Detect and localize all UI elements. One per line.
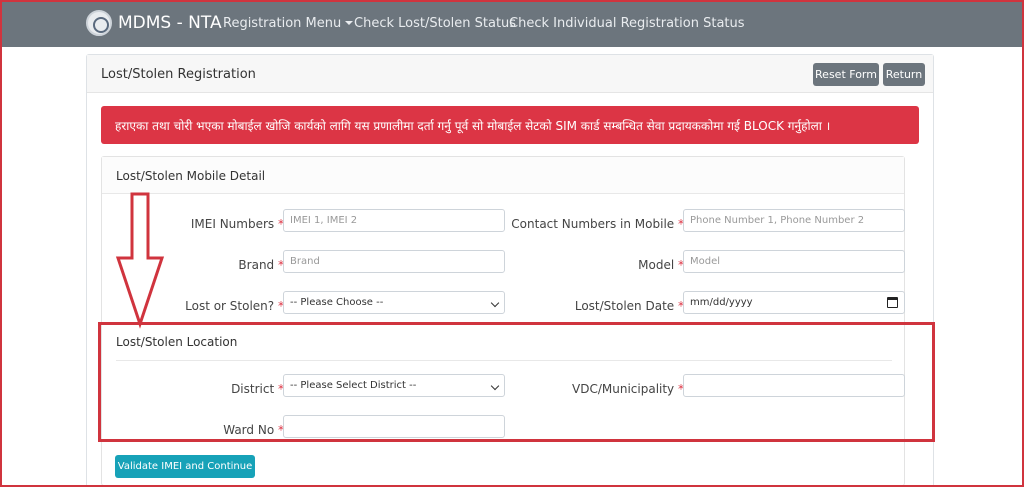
brand-input[interactable]: Brand xyxy=(283,250,505,273)
mobile-detail-title: Lost/Stolen Mobile Detail xyxy=(116,169,266,183)
nav-registration-menu[interactable]: Registration Menu xyxy=(223,16,354,31)
contact-numbers-input[interactable]: Phone Number 1, Phone Number 2 xyxy=(683,209,905,232)
block-sim-alert: हराएका तथा चोरी भएका मोबाईल खोजि कार्यको… xyxy=(101,106,919,144)
contact-label-text: Contact Numbers in Mobile xyxy=(511,217,675,231)
lost-or-stolen-label-text: Lost or Stolen? xyxy=(185,299,275,313)
imei-label-text: IMEI Numbers xyxy=(190,217,275,231)
card-header: Lost/Stolen Registration Reset Form Retu… xyxy=(87,55,933,93)
page-title: Lost/Stolen Registration xyxy=(101,67,256,82)
location-highlight-box xyxy=(98,322,935,442)
lost-date-input[interactable]: mm/dd/yyyy xyxy=(683,291,905,314)
lost-or-stolen-select[interactable]: -- Please Choose -- xyxy=(283,291,505,314)
nta-logo-icon[interactable] xyxy=(86,10,112,36)
lost-date-label-text: Lost/Stolen Date xyxy=(574,299,675,313)
lost-date-label: Lost/Stolen Date * xyxy=(575,299,684,313)
brand-label: Brand * xyxy=(238,258,284,272)
reset-form-button[interactable]: Reset Form xyxy=(813,63,879,86)
brand-title[interactable]: MDMS - NTA xyxy=(118,13,222,33)
lost-or-stolen-value: -- Please Choose -- xyxy=(290,297,384,308)
nav-check-individual-status[interactable]: Check Individual Registration Status xyxy=(509,16,745,31)
imei-label: IMEI Numbers * xyxy=(191,217,284,231)
lost-or-stolen-label: Lost or Stolen? * xyxy=(185,299,284,313)
down-arrow-icon xyxy=(115,192,165,329)
calendar-icon[interactable] xyxy=(887,297,898,308)
return-button[interactable]: Return xyxy=(883,63,925,86)
nav-check-lost-status[interactable]: Check Lost/Stolen Status xyxy=(354,16,516,31)
caret-down-icon xyxy=(345,21,354,25)
lost-date-value: mm/dd/yyyy xyxy=(690,297,753,308)
validate-imei-button[interactable]: Validate IMEI and Continue xyxy=(115,455,255,478)
imei-input[interactable]: IMEI 1, IMEI 2 xyxy=(283,209,505,232)
nav-registration-menu-label: Registration Menu xyxy=(223,16,342,31)
mobile-detail-header: Lost/Stolen Mobile Detail xyxy=(102,157,904,194)
contact-label: Contact Numbers in Mobile * xyxy=(511,217,684,231)
model-label-text: Model xyxy=(638,258,675,272)
top-navbar: MDMS - NTA Registration Menu Check Lost/… xyxy=(0,0,1024,47)
model-label: Model * xyxy=(638,258,684,272)
model-input[interactable]: Model xyxy=(683,250,905,273)
brand-label-text: Brand xyxy=(238,258,275,272)
